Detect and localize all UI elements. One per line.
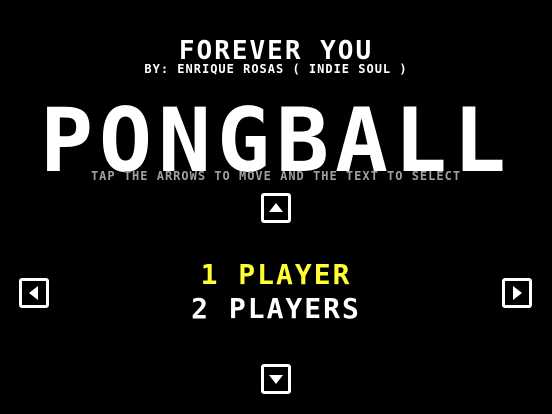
arrow-down-icon — [269, 375, 283, 384]
arrow-down-button[interactable] — [261, 364, 291, 394]
song-artist: BY: ENRIQUE ROSAS ( INDIE SOUL ) — [144, 62, 408, 76]
instructions-text: TAP THE ARROWS TO MOVE AND THE TEXT TO S… — [90, 169, 462, 183]
arrow-up-button[interactable] — [261, 193, 291, 223]
menu-item-1-player[interactable]: 1 PLAYER — [0, 260, 552, 290]
menu-item-2-players[interactable]: 2 PLAYERS — [0, 294, 552, 324]
arrow-up-icon — [269, 203, 283, 212]
